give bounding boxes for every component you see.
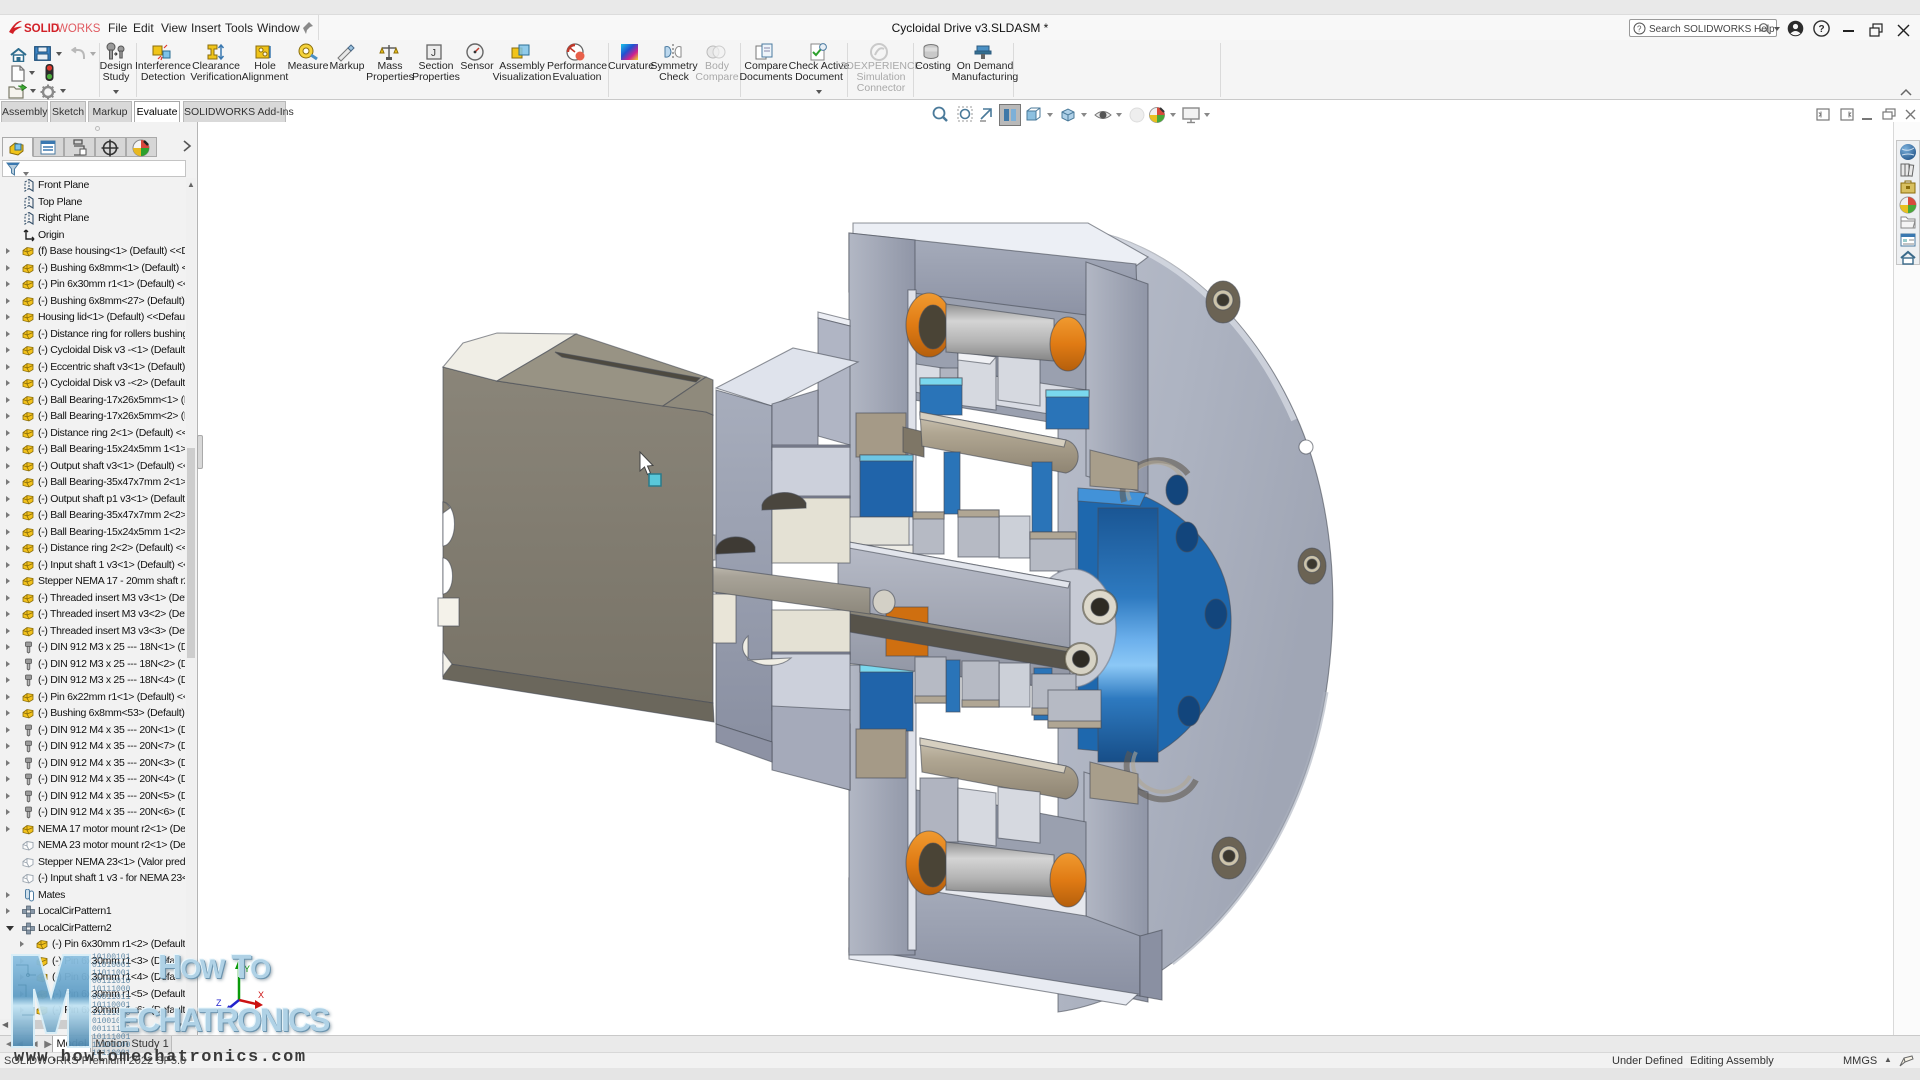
svg-text:X: X — [258, 990, 264, 1000]
svg-text:SOLID: SOLID — [24, 23, 59, 35]
svg-text:?: ? — [1819, 24, 1825, 35]
svg-text:WORKS: WORKS — [57, 23, 101, 35]
svg-text:J: J — [431, 48, 436, 59]
svg-text:?: ? — [1637, 25, 1642, 34]
